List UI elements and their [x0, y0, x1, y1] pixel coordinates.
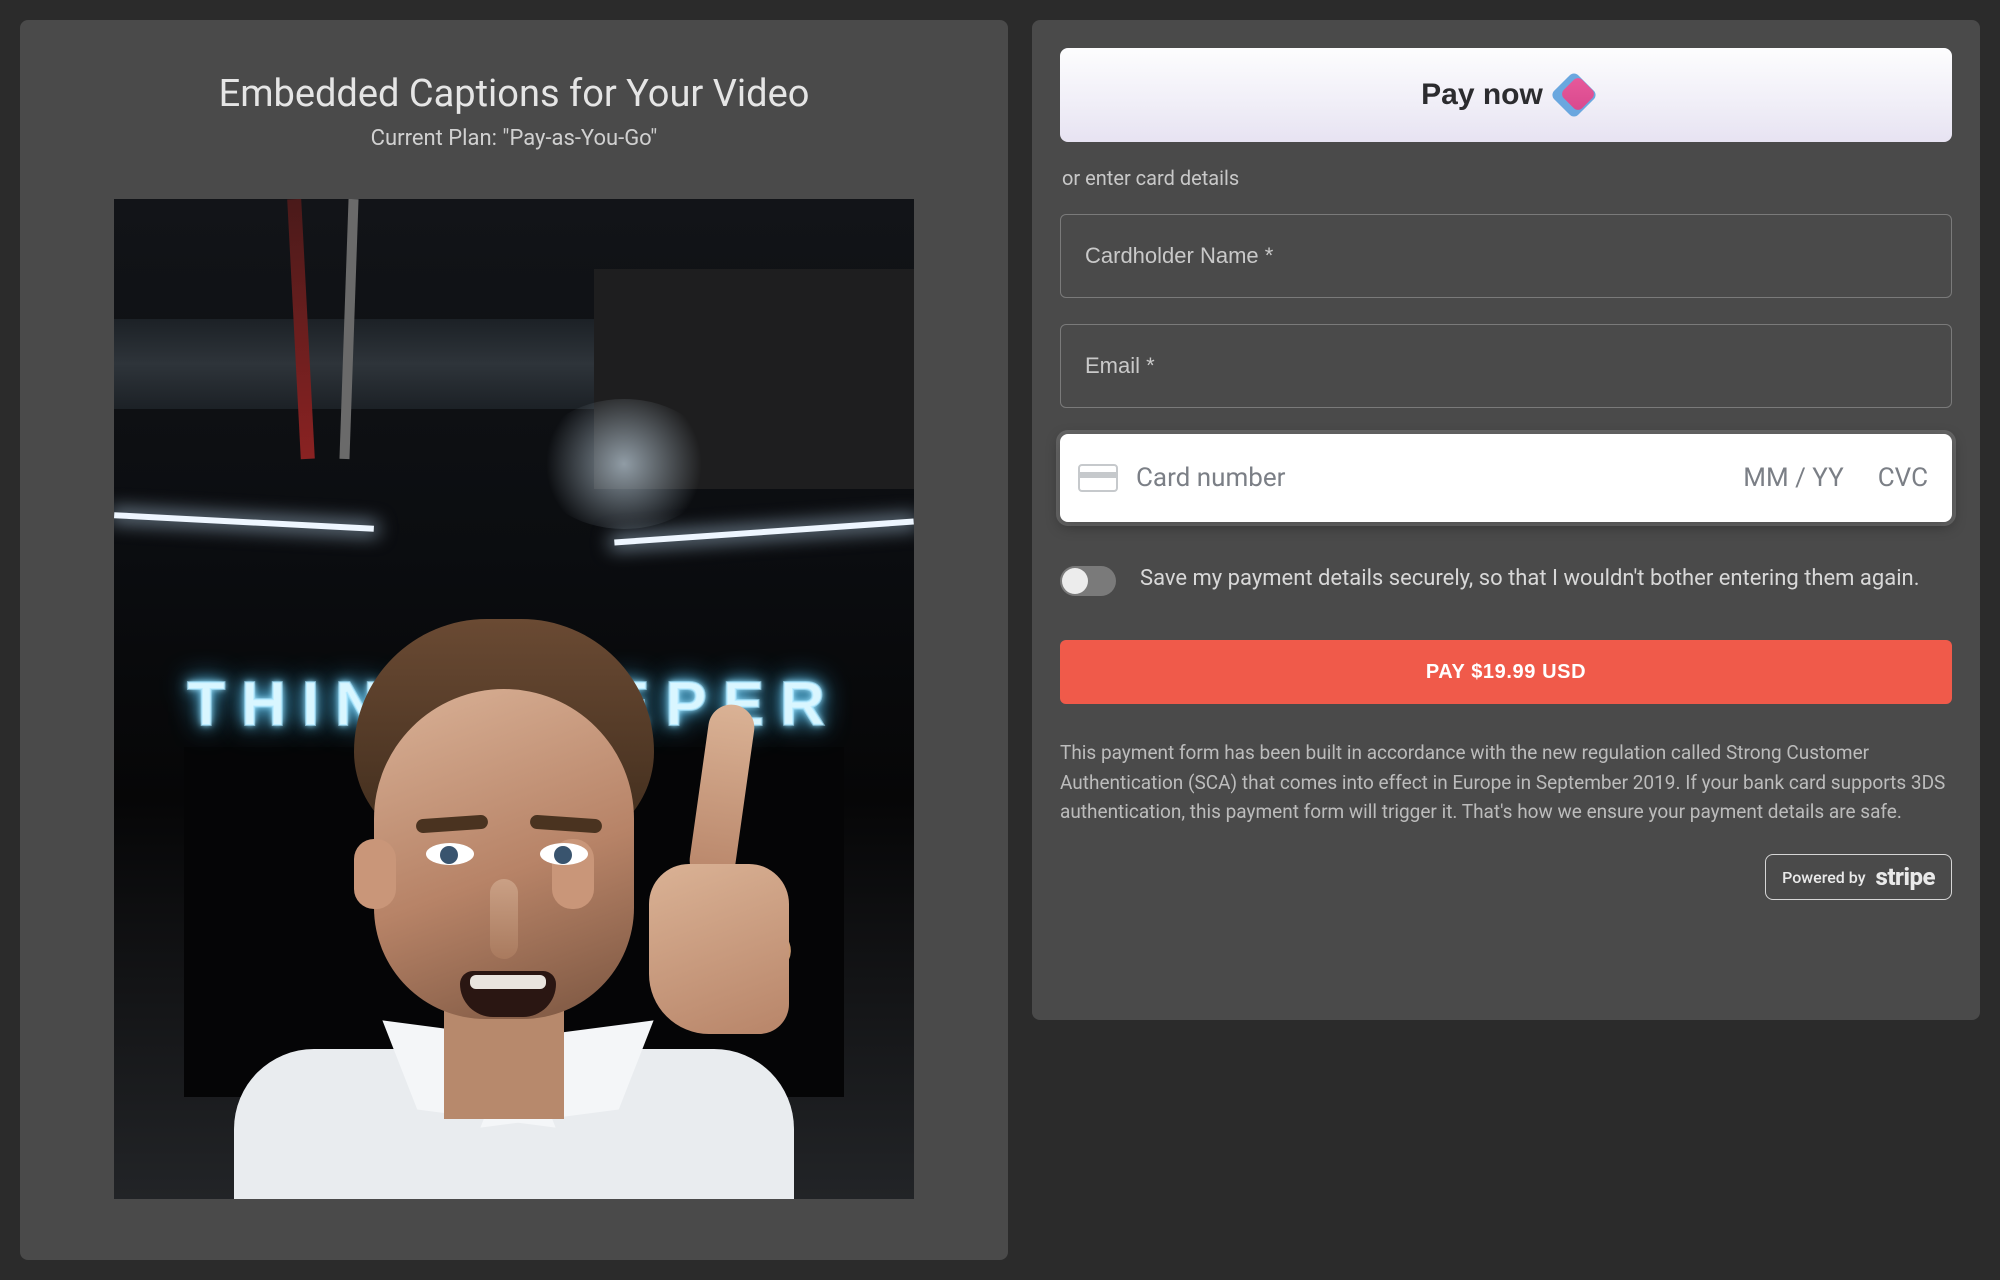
- pay-now-label: Pay now: [1421, 78, 1543, 112]
- credit-card-icon: [1078, 464, 1118, 492]
- save-payment-label: Save my payment details securely, so tha…: [1140, 562, 1920, 596]
- or-enter-card-text: or enter card details: [1062, 166, 1952, 190]
- card-cvc-placeholder: CVC: [1878, 463, 1928, 493]
- card-number-placeholder: Card number: [1136, 463, 1725, 493]
- page-title: Embedded Captions for Your Video: [219, 72, 810, 116]
- card-element[interactable]: Card number MM / YY CVC: [1060, 434, 1952, 522]
- person-figure: [234, 619, 794, 1199]
- video-still: THINK DEEPER: [114, 199, 914, 1199]
- cardholder-name-input[interactable]: [1060, 214, 1952, 298]
- sca-disclaimer: This payment form has been built in acco…: [1060, 738, 1952, 826]
- plan-subtitle: Current Plan: "Pay-as-You-Go": [371, 126, 658, 151]
- powered-by-stripe-badge: Powered by stripe: [1765, 854, 1952, 900]
- save-payment-toggle[interactable]: [1060, 566, 1116, 596]
- product-panel: Embedded Captions for Your Video Current…: [20, 20, 1008, 1260]
- payment-panel: Pay now or enter card details Card numbe…: [1032, 20, 1980, 1020]
- submit-pay-button[interactable]: PAY $19.99 USD: [1060, 640, 1952, 704]
- toggle-knob: [1062, 568, 1088, 594]
- wallet-icon: [1557, 78, 1591, 112]
- video-preview[interactable]: THINK DEEPER: [114, 199, 914, 1199]
- save-payment-row: Save my payment details securely, so tha…: [1060, 562, 1952, 596]
- powered-by-text: Powered by: [1782, 868, 1865, 887]
- stripe-logo: stripe: [1876, 863, 1935, 891]
- pay-now-button[interactable]: Pay now: [1060, 48, 1952, 142]
- email-input[interactable]: [1060, 324, 1952, 408]
- page-root: Embedded Captions for Your Video Current…: [0, 0, 2000, 1280]
- card-expiry-placeholder: MM / YY: [1743, 463, 1843, 493]
